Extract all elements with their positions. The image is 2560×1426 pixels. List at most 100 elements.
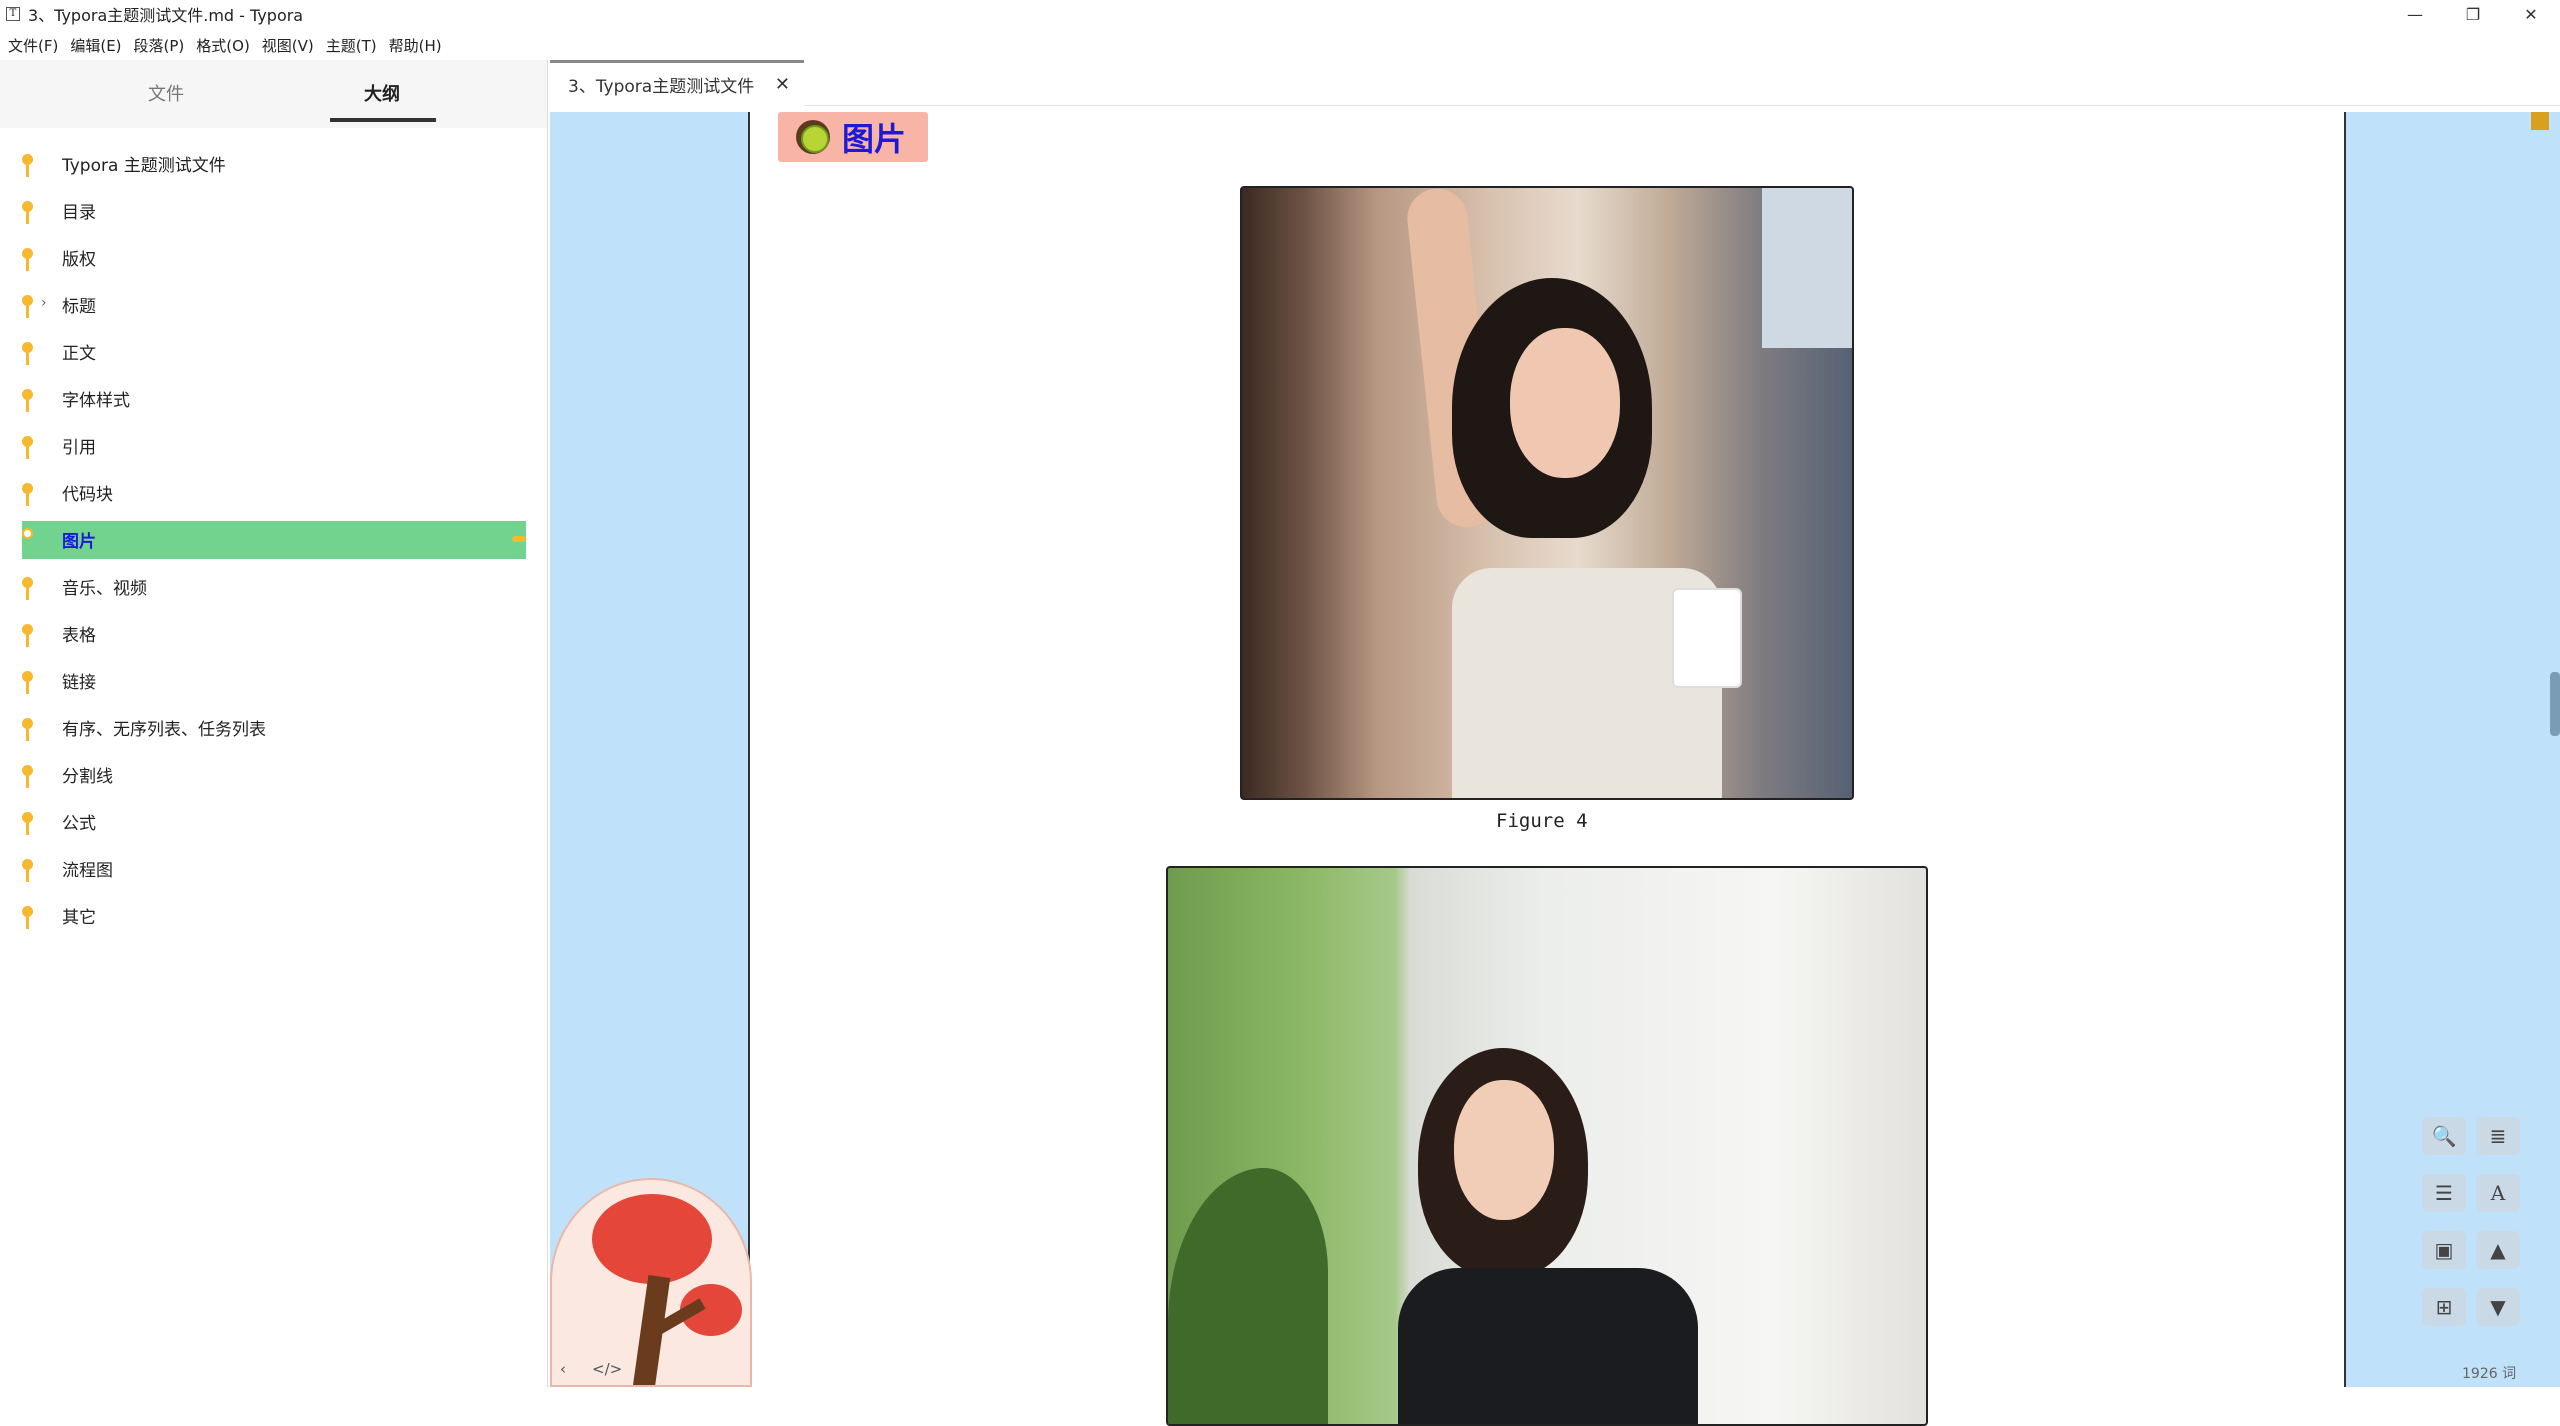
active-tab-indicator: [330, 118, 436, 122]
outline-item-label: 表格: [62, 626, 96, 646]
outline-item-math[interactable]: 公式: [0, 798, 548, 845]
outline-tree-icon[interactable]: ⊞: [2422, 1288, 2466, 1326]
menu-icon[interactable]: ≣: [2476, 1117, 2520, 1155]
outline-stem: [26, 493, 29, 506]
image-face: [1454, 1080, 1554, 1220]
outline-item-font-styles[interactable]: 字体样式: [0, 375, 548, 422]
image-sky: [1762, 188, 1852, 348]
outline-stem: [26, 587, 29, 600]
close-button[interactable]: ✕: [2502, 0, 2560, 28]
search-icon[interactable]: 🔍: [2422, 1117, 2466, 1155]
image-icon[interactable]: ▣: [2422, 1231, 2466, 1269]
close-tab-icon[interactable]: ✕: [775, 74, 790, 95]
outline-item-images[interactable]: 图片: [0, 516, 548, 563]
outline-list: Typora 主题测试文件 目录 版权 › 标题 正文 字体样式 引用 代码块 …: [0, 140, 548, 939]
window-controls: — ❐ ✕: [2386, 0, 2560, 28]
tab-outline[interactable]: 大纲: [364, 80, 400, 106]
list-icon[interactable]: ☰: [2422, 1174, 2466, 1212]
active-highlight: [22, 521, 526, 559]
collapse-sidebar-icon[interactable]: ‹: [560, 1360, 566, 1378]
document-tab-bar: 3、Typora主题测试文件 ✕: [550, 60, 2560, 106]
outline-item-body[interactable]: 正文: [0, 328, 548, 375]
sidebar: 文件 大纲 Typora 主题测试文件 目录 版权 › 标题 正文 字体样式 引…: [0, 60, 548, 1387]
outline-stem: [26, 634, 29, 647]
document-tab[interactable]: 3、Typora主题测试文件 ✕: [550, 60, 804, 106]
outline-item-media[interactable]: 音乐、视频: [0, 563, 548, 610]
outline-item-other[interactable]: 其它: [0, 892, 548, 939]
tab-files[interactable]: 文件: [148, 80, 184, 106]
outline-item-label: 音乐、视频: [62, 579, 147, 599]
outline-stem: [26, 352, 29, 365]
outline-item-label: 公式: [62, 814, 96, 834]
outline-stem: [26, 446, 29, 459]
outline-item-label: 字体样式: [62, 391, 130, 411]
outline-item-flowchart[interactable]: 流程图: [0, 845, 548, 892]
menu-bar: 文件(F) 编辑(E) 段落(P) 格式(O) 视图(V) 主题(T) 帮助(H…: [0, 32, 446, 58]
outline-item-label: 标题: [62, 297, 96, 317]
outline-item-label: Typora 主题测试文件: [62, 156, 226, 176]
active-tail-marker: [512, 536, 526, 542]
outline-item-divider[interactable]: 分割线: [0, 751, 548, 798]
outline-stem: [26, 399, 29, 412]
outline-item-label: 正文: [62, 344, 96, 364]
menu-theme[interactable]: 主题(T): [326, 35, 377, 56]
outline-item-label: 分割线: [62, 767, 113, 787]
outline-item-label: 代码块: [62, 485, 113, 505]
image-trees: [1168, 1168, 1328, 1424]
menu-file[interactable]: 文件(F): [8, 35, 58, 56]
typora-app-icon: T: [6, 7, 20, 21]
sidebar-tabs: 文件 大纲: [0, 60, 547, 128]
outline-stem: [26, 258, 29, 271]
word-count[interactable]: 1926 词: [2462, 1363, 2516, 1383]
outline-item-label: 链接: [62, 673, 96, 693]
outline-item-links[interactable]: 链接: [0, 657, 548, 704]
restore-button[interactable]: ❐: [2444, 0, 2502, 28]
scrollbar-thumb[interactable]: [2550, 672, 2560, 736]
outline-stem: [26, 728, 29, 741]
scroll-down-icon[interactable]: ▼: [2476, 1288, 2520, 1326]
menu-edit[interactable]: 编辑(E): [70, 35, 121, 56]
outline-item-headings[interactable]: › 标题: [0, 281, 548, 328]
figure-4-image[interactable]: [1240, 186, 1854, 800]
outline-item-label: 有序、无序列表、任务列表: [62, 720, 266, 740]
outline-dot-icon: [22, 528, 33, 539]
tree-avatar: [550, 1178, 752, 1387]
image-face: [1510, 328, 1620, 478]
outline-item-label: 目录: [62, 203, 96, 223]
outline-item-lists[interactable]: 有序、无序列表、任务列表: [0, 704, 548, 751]
outline-item-tables[interactable]: 表格: [0, 610, 548, 657]
menu-paragraph[interactable]: 段落(P): [134, 35, 185, 56]
document-tab-label: 3、Typora主题测试文件: [568, 77, 755, 97]
source-code-mode-icon[interactable]: </>: [592, 1360, 622, 1378]
editor-content[interactable]: 图片 Figure 4: [752, 106, 2344, 1426]
corner-marker: [2531, 112, 2549, 130]
outline-stem: [26, 164, 29, 177]
title-bar: T 3、Typora主题测试文件.md - Typora — ❐ ✕: [0, 0, 2560, 28]
menu-format[interactable]: 格式(O): [196, 35, 250, 56]
outline-item-label: 版权: [62, 250, 96, 270]
outline-item-toc[interactable]: 目录: [0, 187, 548, 234]
minimize-button[interactable]: —: [2386, 0, 2444, 28]
outline-item-code-block[interactable]: 代码块: [0, 469, 548, 516]
section-heading: 图片: [778, 112, 928, 162]
outline-item-quote[interactable]: 引用: [0, 422, 548, 469]
chevron-right-icon[interactable]: ›: [41, 295, 47, 311]
outline-item-label: 图片: [62, 532, 96, 552]
kiwi-icon: [796, 120, 830, 154]
figure-5-image[interactable]: [1166, 866, 1928, 1426]
outline-stem: [26, 305, 29, 318]
outline-stem: [26, 869, 29, 882]
font-icon[interactable]: A: [2476, 1174, 2520, 1212]
outline-item-label: 其它: [62, 908, 96, 928]
image-cup: [1672, 588, 1742, 688]
menu-view[interactable]: 视图(V): [262, 35, 314, 56]
outline-stem: [26, 211, 29, 224]
window-title: 3、Typora主题测试文件.md - Typora: [28, 6, 304, 25]
scroll-up-icon[interactable]: ▲: [2476, 1231, 2520, 1269]
outline-stem: [26, 775, 29, 788]
outline-stem: [26, 822, 29, 835]
outline-stem: [26, 681, 29, 694]
outline-item-copyright[interactable]: 版权: [0, 234, 548, 281]
menu-help[interactable]: 帮助(H): [389, 35, 442, 56]
outline-item-title[interactable]: Typora 主题测试文件: [0, 140, 548, 187]
